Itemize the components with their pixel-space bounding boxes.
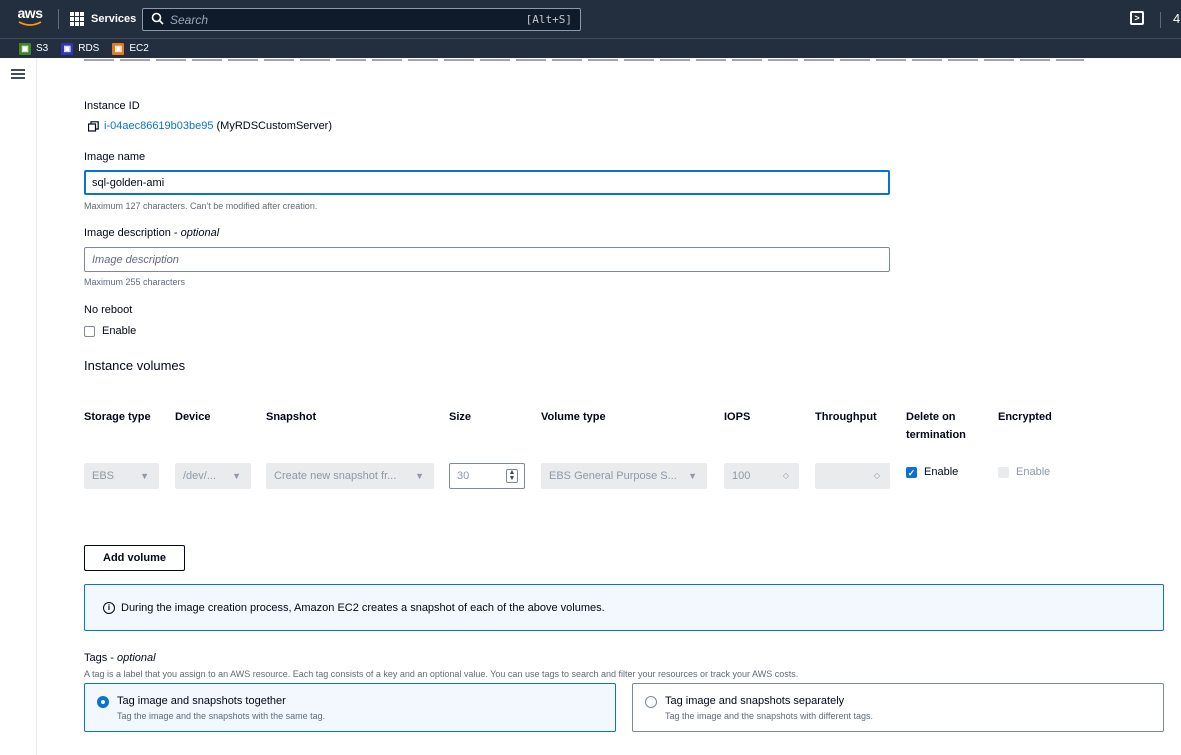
- delete-on-termination-checkbox[interactable]: ✓: [906, 467, 917, 478]
- grid-icon: [70, 12, 84, 26]
- hamburger-menu-icon[interactable]: [11, 69, 25, 79]
- no-reboot-checkbox[interactable]: [84, 326, 95, 337]
- search-shortcut-hint: [Alt+S]: [525, 13, 572, 26]
- col-delete-on-termination: Delete on termination: [906, 411, 966, 441]
- throughput-input: ◇: [815, 463, 890, 489]
- col-throughput: Throughput: [815, 411, 877, 423]
- nav-overflow-item[interactable]: 4: [1173, 11, 1180, 26]
- col-storage-type: Storage type: [84, 411, 151, 423]
- size-value: 30: [457, 470, 470, 482]
- stepper-icon[interactable]: ▲ ▼: [506, 469, 518, 483]
- iops-value: 100: [732, 470, 751, 482]
- encrypted-checkbox: [998, 467, 1009, 478]
- caret-down-icon: ▼: [415, 471, 424, 481]
- snapshot-value: Create new snapshot fr...: [274, 470, 397, 482]
- image-description-input[interactable]: [84, 247, 890, 272]
- aws-smile-icon: [18, 21, 42, 26]
- image-name-input[interactable]: [84, 170, 890, 195]
- instance-volumes-title: Instance volumes: [84, 358, 186, 373]
- instance-id-link[interactable]: i-04aec86619b03be95: [104, 120, 214, 132]
- image-name-label: Image name: [84, 151, 146, 163]
- volume-type-select[interactable]: EBS General Purpose S... ▼: [541, 463, 707, 489]
- info-alert-text: During the image creation process, Amazo…: [121, 602, 605, 614]
- info-alert: i During the image creation process, Ama…: [84, 584, 1164, 631]
- storage-type-select[interactable]: EBS ▼: [84, 463, 159, 489]
- tag-separately-option[interactable]: Tag image and snapshots separately Tag t…: [632, 683, 1164, 732]
- tag-together-option[interactable]: Tag image and snapshots together Tag the…: [84, 683, 616, 732]
- encrypted-label: Enable: [1016, 466, 1051, 478]
- tag-separately-subtitle: Tag the image and the snapshots with dif…: [665, 711, 873, 721]
- clipped-description-text: [84, 58, 1084, 62]
- col-iops: IOPS: [724, 411, 751, 423]
- favorite-s3[interactable]: ▣ S3: [19, 42, 49, 55]
- device-value: /dev/...: [183, 470, 217, 482]
- services-label: Services: [91, 13, 137, 25]
- cloudshell-icon[interactable]: >: [1130, 11, 1144, 25]
- top-navigation: aws Services [Alt+S] > 4: [0, 0, 1181, 38]
- aws-logo-text: aws: [17, 5, 43, 21]
- tag-separately-title: Tag image and snapshots separately: [665, 695, 845, 707]
- favorite-label: EC2: [129, 43, 149, 54]
- volume-type-value: EBS General Purpose S...: [549, 470, 677, 482]
- rds-icon: ▣: [61, 42, 74, 55]
- search-icon: [151, 12, 164, 25]
- iops-input: 100 ◇: [724, 463, 799, 489]
- caret-down-icon: ▼: [140, 471, 149, 481]
- ec2-icon: ▣: [112, 42, 125, 55]
- tag-together-title: Tag image and snapshots together: [117, 695, 286, 707]
- delete-on-termination-label: Enable: [924, 466, 959, 478]
- tags-description: A tag is a label that you assign to an A…: [84, 669, 799, 679]
- device-select[interactable]: /dev/... ▼: [175, 463, 251, 489]
- no-reboot-enable-label: Enable: [102, 325, 137, 337]
- col-size: Size: [449, 411, 472, 423]
- col-device: Device: [175, 411, 211, 423]
- instance-name: (MyRDSCustomServer): [216, 120, 333, 132]
- col-volume-type: Volume type: [541, 411, 606, 423]
- col-snapshot: Snapshot: [266, 411, 317, 423]
- tag-together-radio[interactable]: [97, 696, 109, 708]
- tag-together-subtitle: Tag the image and the snapshots with the…: [117, 711, 326, 721]
- favorite-ec2[interactable]: ▣ EC2: [112, 42, 149, 55]
- instance-id-label: Instance ID: [84, 100, 140, 112]
- favorite-rds[interactable]: ▣ RDS: [61, 42, 100, 55]
- image-name-hint: Maximum 127 characters. Can't be modifie…: [84, 201, 318, 211]
- storage-type-value: EBS: [92, 470, 115, 482]
- nav-divider: [58, 9, 59, 29]
- tags-label: Tags - optional: [84, 652, 156, 664]
- add-volume-button[interactable]: Add volume: [84, 545, 185, 571]
- favorite-label: RDS: [78, 43, 100, 54]
- nav-divider-right: [1160, 12, 1161, 28]
- no-reboot-label: No reboot: [84, 304, 133, 316]
- tag-separately-radio[interactable]: [645, 696, 657, 708]
- image-description-label: Image description - optional: [84, 227, 220, 239]
- favorite-label: S3: [36, 43, 49, 54]
- search-input[interactable]: [170, 11, 510, 28]
- col-encrypted: Encrypted: [998, 411, 1052, 423]
- stepper-icon: ◇: [782, 471, 789, 480]
- aws-logo[interactable]: aws: [10, 6, 50, 32]
- caret-down-icon: ▼: [232, 471, 241, 481]
- size-input[interactable]: 30 ▲ ▼: [449, 463, 525, 489]
- search-box[interactable]: [Alt+S]: [142, 8, 581, 31]
- copy-icon[interactable]: [88, 120, 99, 132]
- snapshot-select[interactable]: Create new snapshot fr... ▼: [266, 463, 434, 489]
- services-menu-button[interactable]: Services: [70, 10, 136, 28]
- image-description-hint: Maximum 255 characters: [84, 277, 186, 287]
- content-divider: [36, 58, 37, 755]
- s3-icon: ▣: [19, 42, 31, 55]
- stepper-icon: ◇: [873, 471, 880, 480]
- instance-id-row: i-04aec86619b03be95 (MyRDSCustomServer): [88, 120, 332, 132]
- info-icon: i: [103, 602, 115, 614]
- favorites-bar: ▣ S3 ▣ RDS ▣ EC2: [0, 38, 1181, 58]
- caret-down-icon: ▼: [688, 471, 697, 481]
